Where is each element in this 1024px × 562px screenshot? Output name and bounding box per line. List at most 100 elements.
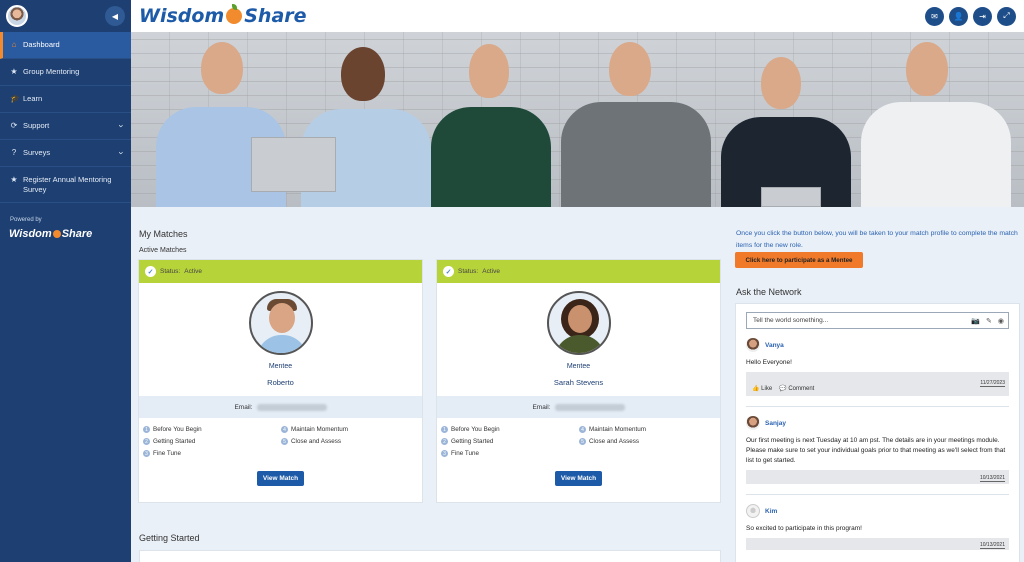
step-number-icon: 4 bbox=[281, 426, 288, 433]
step-item[interactable]: 5 Close and Assess bbox=[281, 438, 419, 445]
step-number-icon: 3 bbox=[143, 450, 150, 457]
sidebar-item-register-survey[interactable]: ★ Register Annual Mentoring Survey bbox=[0, 167, 131, 203]
comment-label: Comment bbox=[788, 386, 815, 392]
step-label: Getting Started bbox=[153, 438, 196, 445]
match-name: Roberto bbox=[267, 378, 294, 387]
logo-text-a: Wisdom bbox=[139, 5, 225, 27]
match-steps: 1 Before You Begin 4 Maintain Momentum 2 Ge… bbox=[139, 418, 422, 457]
collapse-sidebar-button[interactable]: ◀ bbox=[105, 6, 125, 26]
sidebar-item-group-mentoring[interactable]: ★ Group Mentoring bbox=[0, 59, 131, 86]
step-item[interactable]: 4 Maintain Momentum bbox=[281, 426, 419, 433]
app-logo[interactable]: Wisdom Share bbox=[139, 4, 307, 27]
post-input[interactable]: Tell the world something... 📷 ✎ ◉ bbox=[746, 312, 1009, 329]
avatar[interactable] bbox=[746, 504, 760, 518]
step-item[interactable]: 3 Fine Tune bbox=[143, 450, 281, 457]
chat-icon[interactable]: ✉ bbox=[925, 6, 944, 26]
logo-orange-icon bbox=[226, 4, 243, 24]
ask-network-title: Ask the Network bbox=[736, 287, 802, 297]
avatar[interactable] bbox=[6, 5, 28, 27]
post-text: Our first meeting is next Tuesday at 10 … bbox=[746, 437, 1006, 464]
hero-person bbox=[721, 32, 851, 207]
comment-button[interactable]: 💬 Comment bbox=[779, 385, 814, 392]
step-number-icon: 3 bbox=[441, 450, 448, 457]
fullscreen-icon[interactable]: ⤢ bbox=[997, 6, 1016, 26]
hero-person bbox=[561, 32, 711, 207]
sidebar-logo: Wisdom Share bbox=[0, 228, 131, 240]
logout-icon[interactable]: ⇥ bbox=[973, 6, 992, 26]
match-card: ✓ Status: Active Mentee Sarah Stevens Em… bbox=[436, 259, 721, 503]
step-item[interactable]: 4 Maintain Momentum bbox=[579, 426, 717, 433]
header-actions: ✉ 👤 ⇥ ⤢ bbox=[925, 6, 1016, 26]
step-number-icon: 5 bbox=[281, 438, 288, 445]
user-icon[interactable]: 👤 bbox=[949, 6, 968, 26]
sidebar-item-surveys[interactable]: ? Surveys › bbox=[0, 140, 131, 167]
step-item[interactable]: 2 Getting Started bbox=[143, 438, 281, 445]
step-label: Fine Tune bbox=[451, 450, 480, 457]
hero-person bbox=[431, 32, 551, 207]
paperclip-icon[interactable]: ✎ bbox=[986, 317, 992, 325]
feed-post: Vanya Hello Everyone! 👍 Like 💬 Comment 1… bbox=[746, 329, 1009, 407]
step-number-icon: 1 bbox=[143, 426, 150, 433]
match-role: Mentee bbox=[566, 363, 591, 370]
step-item[interactable]: 3 Fine Tune bbox=[441, 450, 579, 457]
match-name: Sarah Stevens bbox=[553, 378, 604, 387]
camera-icon[interactable]: 📷 bbox=[971, 317, 980, 325]
post-date: 10/13/2021 bbox=[979, 542, 1005, 549]
step-label: Close and Assess bbox=[291, 438, 342, 445]
step-label: Before You Begin bbox=[451, 426, 500, 433]
logo-dot-icon bbox=[52, 230, 61, 238]
step-item[interactable]: 1 Before You Begin bbox=[441, 426, 579, 433]
redacted-email bbox=[256, 403, 327, 411]
sidebar-item-label: Group Mentoring bbox=[23, 67, 80, 76]
hero-laptop bbox=[761, 187, 821, 207]
post-author[interactable]: Kim bbox=[765, 508, 777, 515]
chevron-left-icon: ◀ bbox=[111, 11, 119, 21]
post-author[interactable]: Sanjay bbox=[765, 420, 786, 427]
step-label: Close and Assess bbox=[589, 438, 640, 445]
sidebar-top: ◀ bbox=[0, 0, 131, 32]
comment-icon: 💬 bbox=[779, 386, 787, 392]
mentee-info-text: Once you click the button below, you wil… bbox=[736, 230, 1018, 249]
question-icon: ? bbox=[11, 148, 17, 157]
sidebar-item-support[interactable]: ⟳ Support › bbox=[0, 113, 131, 140]
sidebar-item-label: Support bbox=[23, 121, 50, 130]
post-footer: 👍 Like 💬 Comment 11/27/2023 bbox=[746, 372, 1009, 396]
match-steps: 1 Before You Begin 4 Maintain Momentum 2 Ge… bbox=[437, 418, 720, 457]
getting-started-title: Getting Started bbox=[139, 533, 200, 543]
match-status-bar: ✓ Status: Active bbox=[437, 260, 720, 283]
post-author[interactable]: Vanya bbox=[765, 342, 784, 349]
hero-person bbox=[861, 32, 1011, 207]
sidebar-item-learn[interactable]: 🎓 Learn bbox=[0, 86, 131, 113]
step-item[interactable]: 1 Before You Begin bbox=[143, 426, 281, 433]
hero-banner-image bbox=[131, 32, 1024, 207]
sidebar-item-label: Surveys bbox=[23, 148, 51, 157]
getting-started-panel bbox=[139, 550, 721, 562]
check-icon: ✓ bbox=[145, 266, 156, 277]
view-match-button[interactable]: View Match bbox=[257, 471, 304, 486]
step-label: Getting Started bbox=[451, 438, 494, 445]
step-item[interactable]: 2 Getting Started bbox=[441, 438, 579, 445]
eye-icon[interactable]: ◉ bbox=[998, 317, 1004, 325]
match-email-row: Email: bbox=[139, 396, 422, 418]
like-label: Like bbox=[761, 386, 773, 392]
view-match-button[interactable]: View Match bbox=[555, 471, 602, 486]
status-badge: Active bbox=[482, 268, 500, 275]
feed-post: Kim So excited to participate in this pr… bbox=[746, 495, 1009, 550]
logo-text-b: Share bbox=[244, 5, 307, 27]
post-text: Hello Everyone! bbox=[746, 359, 792, 366]
step-number-icon: 4 bbox=[579, 426, 586, 433]
redacted-email bbox=[554, 403, 625, 411]
active-matches-label: Active Matches bbox=[139, 247, 187, 254]
avatar[interactable] bbox=[746, 416, 760, 430]
participate-as-mentee-button[interactable]: Click here to participate as a Mentee bbox=[735, 252, 863, 268]
step-item[interactable]: 5 Close and Assess bbox=[579, 438, 717, 445]
match-card: ✓ Status: Active Mentee Roberto Email: 1… bbox=[138, 259, 423, 503]
post-date: 11/27/2023 bbox=[980, 380, 1005, 387]
sidebar-item-dashboard[interactable]: ⌂ Dashboard bbox=[0, 32, 131, 59]
top-header: Wisdom Share ✉ 👤 ⇥ ⤢ bbox=[131, 0, 1024, 32]
like-button[interactable]: 👍 Like bbox=[752, 385, 772, 392]
status-label: Status: bbox=[458, 268, 479, 275]
lifebuoy-icon: ⟳ bbox=[10, 121, 18, 130]
avatar[interactable] bbox=[746, 338, 760, 352]
step-label: Before You Begin bbox=[153, 426, 202, 433]
